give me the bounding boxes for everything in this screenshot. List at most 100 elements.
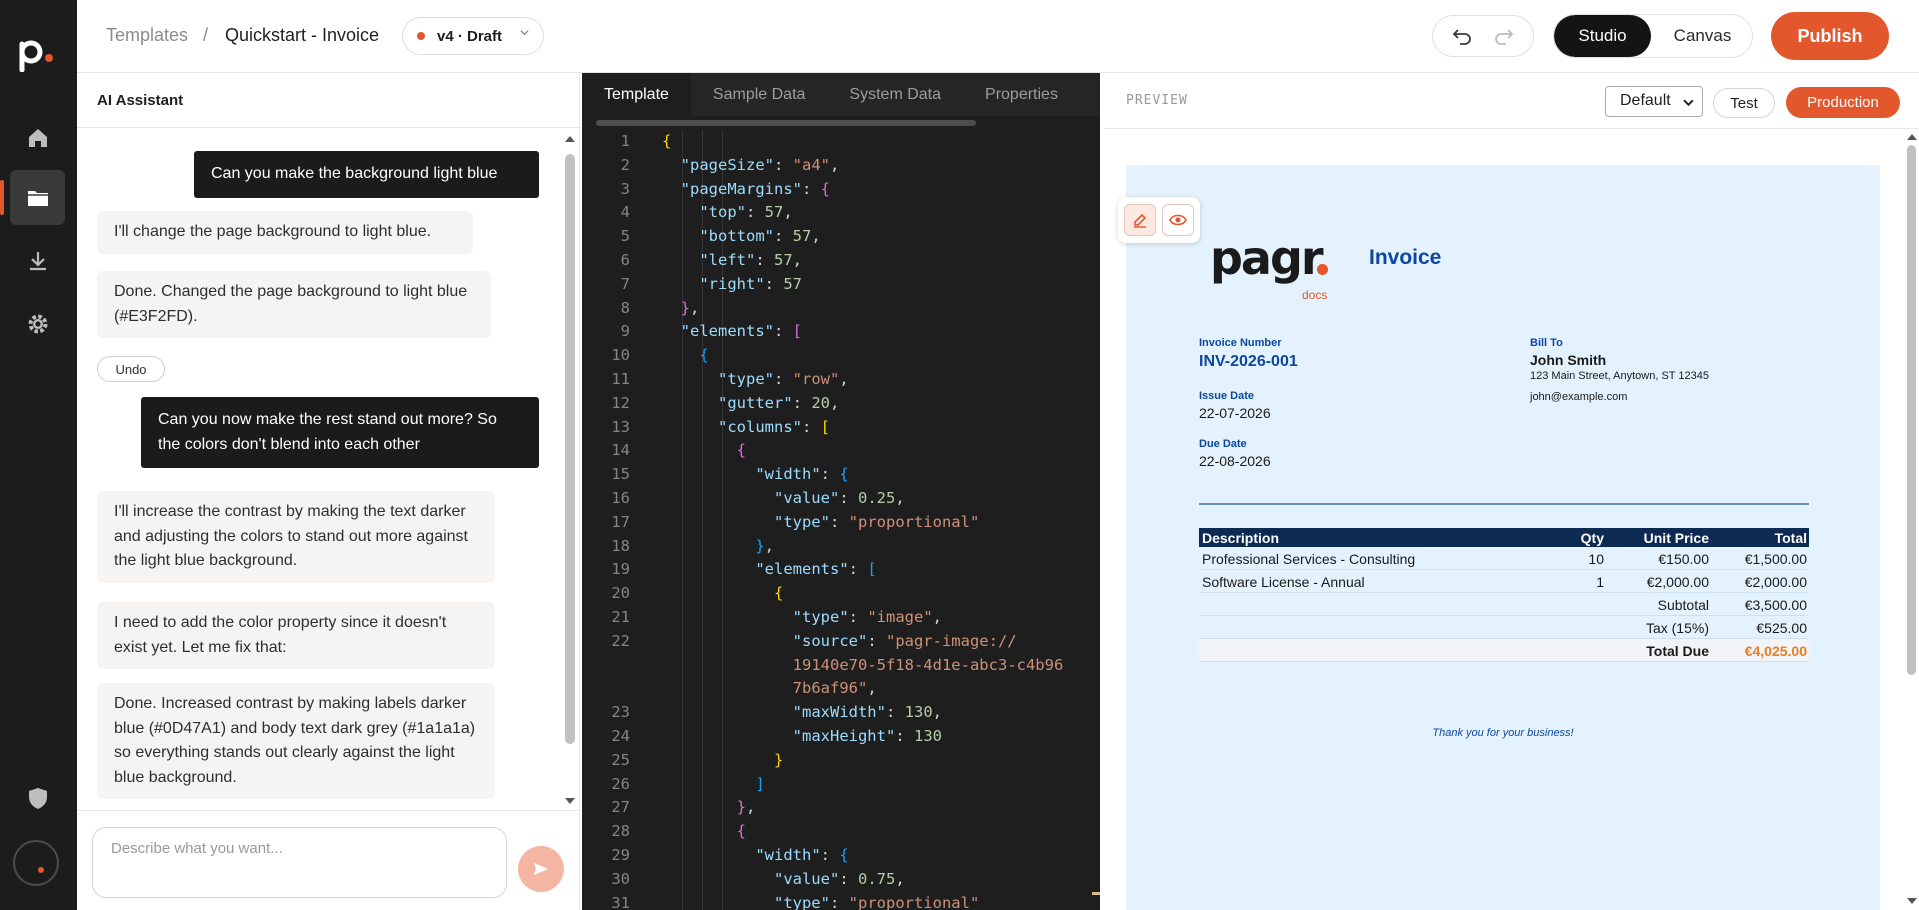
send-button[interactable] (518, 846, 564, 892)
tab-sample-data[interactable]: Sample Data (691, 73, 828, 116)
chevron-down-icon (1683, 99, 1694, 107)
chat-scrollbar[interactable] (561, 129, 577, 812)
assistant-message: I need to add the color property since i… (97, 602, 495, 669)
chat-history[interactable]: Can you make the background light blue I… (77, 129, 562, 814)
line-number (582, 677, 630, 701)
issue-date: 22-07-2026 (1199, 405, 1271, 421)
assistant-message: Done. Changed the page background to lig… (97, 271, 491, 338)
due-date: 22-08-2026 (1199, 453, 1271, 469)
test-button[interactable]: Test (1713, 88, 1775, 118)
line-number: 9 (620, 322, 630, 341)
redo-icon[interactable] (1493, 25, 1515, 47)
edit-mode-button[interactable] (1124, 204, 1156, 236)
view-mode-button[interactable] (1162, 204, 1194, 236)
total-due-row: Total Due €4,025.00 (1199, 639, 1809, 662)
canvas-view-button[interactable]: Canvas (1651, 15, 1752, 57)
code-line: "value": 0.75, (773, 869, 905, 888)
code-line: "elements": [ (680, 322, 803, 341)
preview-label: PREVIEW (1126, 93, 1188, 108)
tax-label: Tax (15%) (1645, 620, 1709, 636)
item-unit-price: €2,000.00 (1646, 574, 1709, 590)
nav-home[interactable] (10, 110, 65, 165)
publish-button[interactable]: Publish (1771, 12, 1889, 60)
nav-settings[interactable] (10, 296, 65, 351)
production-button[interactable]: Production (1786, 87, 1900, 118)
editor-horizontal-scrollbar[interactable] (582, 116, 1100, 130)
editor-hscroll-thumb[interactable] (596, 120, 976, 126)
line-number: 12 (611, 393, 630, 412)
template-editor: Template Sample Data System Data Propert… (582, 73, 1100, 910)
code-line: "width": { (755, 465, 849, 484)
total-due-label: Total Due (1646, 643, 1709, 659)
breadcrumb-separator: / (203, 25, 209, 45)
history-controls (1432, 15, 1534, 57)
subtotal-label: Subtotal (1657, 597, 1709, 613)
due-date-label: Due Date (1199, 438, 1247, 450)
user-message: Can you make the background light blue (194, 151, 539, 198)
invoice-title: Invoice (1369, 246, 1442, 269)
environment-select[interactable]: Default (1605, 86, 1703, 117)
code-line: 19140e70-5f18-4d1e-abc3-c4b96 (792, 655, 1064, 674)
tab-template[interactable]: Template (582, 73, 691, 116)
line-number: 7 (620, 274, 630, 293)
pagr-logo-icon[interactable] (18, 36, 54, 72)
line-number: 28 (611, 822, 630, 841)
line-number: 10 (611, 346, 630, 365)
user-avatar[interactable] (13, 840, 59, 886)
code-line: "left": 57, (699, 251, 803, 269)
code-line: "pageMargins": { (680, 179, 831, 198)
preview-scroll-thumb[interactable] (1907, 145, 1916, 675)
environment-value: Default (1620, 92, 1671, 109)
nav-security[interactable] (10, 770, 65, 825)
ai-assistant-panel: AI Assistant Can you make the background… (77, 73, 580, 910)
col-total: Total (1774, 530, 1807, 546)
tab-system-data[interactable]: System Data (827, 73, 963, 116)
code-content[interactable]: { "pageSize": "a4", "pageMargins": { "to… (662, 130, 1064, 910)
item-description: Software License - Annual (1202, 574, 1365, 590)
code-line: { (736, 441, 746, 460)
invoice-logo-sub: docs (1302, 288, 1328, 302)
table-row: Professional Services - Consulting 10 €1… (1199, 547, 1809, 570)
line-number: 5 (620, 227, 630, 246)
chat-scroll-thumb[interactable] (565, 154, 575, 744)
invoice-logo-text: pagr (1210, 231, 1324, 285)
line-number: 23 (611, 703, 630, 722)
logo-dot (1317, 264, 1328, 275)
undo-icon[interactable] (1451, 25, 1473, 47)
line-number: 16 (611, 489, 630, 507)
scroll-up-icon[interactable] (1906, 132, 1918, 142)
breadcrumb-templates[interactable]: Templates (106, 25, 188, 46)
col-qty: Qty (1580, 530, 1604, 546)
line-number: 19 (611, 560, 630, 579)
studio-view-button[interactable]: Studio (1554, 15, 1651, 57)
editor-vertical-scrollbar[interactable] (1092, 130, 1100, 910)
undo-change-button[interactable]: Undo (97, 356, 165, 382)
code-line: "top": 57, (699, 203, 793, 222)
assistant-message: Done. Increased contrast by making label… (97, 683, 495, 799)
line-number: 20 (611, 584, 630, 603)
folder-icon (27, 190, 48, 206)
code-line: "bottom": 57, (699, 227, 821, 246)
scroll-down-icon[interactable] (564, 796, 576, 806)
version-dropdown[interactable]: v4 · Draft (402, 17, 544, 55)
draft-status-dot (417, 32, 425, 40)
line-number: 14 (611, 441, 630, 460)
preview-canvas: pagr docs Invoice Invoice Number INV-202… (1104, 130, 1904, 910)
nav-downloads[interactable] (10, 233, 65, 288)
line-number: 21 (611, 608, 630, 626)
editor-tabs: Template Sample Data System Data Propert… (582, 73, 1100, 116)
line-number: 3 (620, 179, 630, 198)
top-bar: Templates / Quickstart - Invoice v4 · Dr… (77, 0, 1919, 73)
pencil-icon (1134, 213, 1147, 228)
nav-templates[interactable] (0, 170, 65, 225)
line-number: 2 (620, 155, 630, 174)
preview-scrollbar[interactable] (1904, 130, 1919, 910)
code-line: { (773, 584, 784, 603)
tab-properties[interactable]: Properties (963, 73, 1080, 116)
line-number: 6 (620, 251, 630, 269)
scroll-down-icon[interactable] (1906, 896, 1918, 906)
code-line: ] (755, 774, 765, 793)
chat-composer: Describe what you want... (77, 810, 579, 910)
scroll-up-icon[interactable] (564, 134, 576, 144)
prompt-input[interactable]: Describe what you want... (92, 827, 507, 898)
